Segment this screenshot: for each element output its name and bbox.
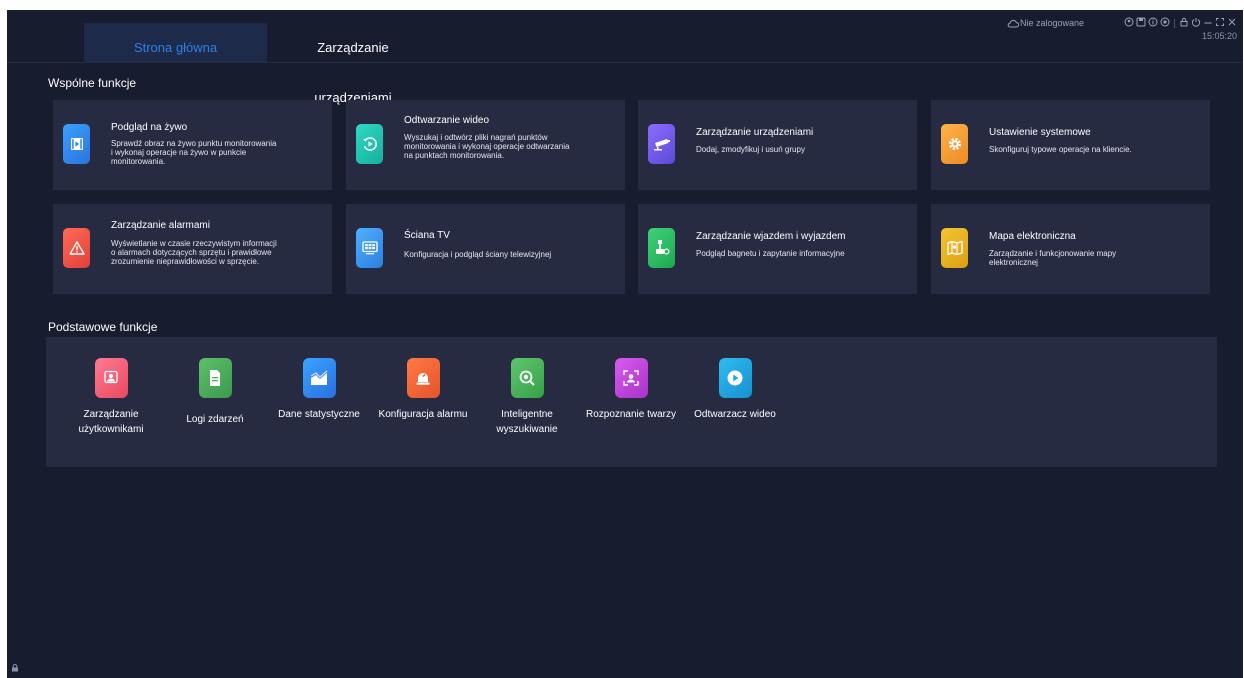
- system-icons: [1124, 17, 1237, 29]
- card-system-settings[interactable]: Ustawienie systemowe Skonfiguruj typowe …: [931, 100, 1210, 190]
- map-icon: [941, 228, 968, 268]
- tile-statistics[interactable]: Dane statystyczne: [269, 358, 369, 422]
- cloud-icon: [1007, 19, 1020, 28]
- basic-functions-panel: Zarządzanie użytkownikami Logi zdarzeń D…: [46, 337, 1217, 467]
- top-bar: Strona główna Zarządzanie urządzeniami N…: [7, 10, 1243, 105]
- card-title: Zarządzanie wjazdem i wyjazdem: [696, 231, 846, 242]
- alarm-icon: [63, 228, 90, 268]
- card-live-view[interactable]: Podgląd na żywo Sprawdź obraz na żywo pu…: [53, 100, 332, 190]
- smart-search-icon: [510, 358, 544, 398]
- user-icon[interactable]: [1124, 17, 1134, 29]
- tile-label: Zarządzanie użytkownikami: [78, 409, 144, 435]
- tile-smart-search[interactable]: Inteligentne wyszukiwanie: [477, 358, 577, 437]
- tile-label: Logi zdarzeń: [186, 414, 244, 425]
- card-title: Ściana TV: [404, 230, 450, 241]
- playback-icon: [356, 124, 383, 164]
- tab-home[interactable]: Strona główna: [84, 23, 267, 62]
- card-entry-exit-management[interactable]: Zarządzanie wjazdem i wyjazdem Podgląd b…: [638, 204, 917, 294]
- users-icon: [94, 358, 128, 398]
- camera-icon: [648, 124, 675, 164]
- minimize-icon[interactable]: [1203, 17, 1213, 29]
- card-alarm-management[interactable]: Zarządzanie alarmami Wyświetlanie w czas…: [53, 204, 332, 294]
- card-electronic-map[interactable]: Mapa elektroniczna Zarządzanie i funkcjo…: [931, 204, 1210, 294]
- card-tv-wall[interactable]: Ściana TV Konfiguracja i podgląd ściany …: [346, 204, 625, 294]
- card-description: Wyszukaj i odtwórz pliki nagrań punktów …: [404, 133, 570, 160]
- status-area: Nie zalogowane 15:05:20: [1007, 16, 1237, 46]
- divider: [1174, 18, 1175, 28]
- tile-label: Inteligentne wyszukiwanie: [496, 409, 558, 435]
- login-status-text: Nie zalogowane: [1020, 18, 1085, 28]
- section-title-common: Wspólne funkcje: [48, 76, 137, 90]
- lock-icon[interactable]: [1179, 17, 1189, 29]
- tile-label: Konfiguracja alarmu: [378, 409, 468, 420]
- tile-event-logs[interactable]: Logi zdarzeń: [165, 358, 265, 427]
- fullscreen-icon[interactable]: [1215, 17, 1225, 29]
- gear-icon: [941, 124, 968, 164]
- video-player-icon: [718, 358, 752, 398]
- statistics-icon: [302, 358, 336, 398]
- card-description: Wyświetlanie w czasie rzeczywistym infor…: [111, 239, 277, 266]
- app-window: Strona główna Zarządzanie urządzeniami N…: [7, 10, 1243, 678]
- barrier-icon: [648, 228, 675, 268]
- login-status[interactable]: Nie zalogowane: [1007, 18, 1084, 28]
- save-icon[interactable]: [1136, 17, 1146, 29]
- card-description: Konfiguracja i podgląd ściany telewizyjn…: [404, 250, 552, 259]
- card-title: Zarządzanie alarmami: [111, 220, 210, 231]
- card-description: Podgląd bagnetu i zapytanie informacyjne: [696, 249, 845, 258]
- tile-label: Rozpoznanie twarzy: [585, 409, 677, 420]
- tab-device-management[interactable]: Zarządzanie urządzeniami: [278, 23, 428, 105]
- card-device-management[interactable]: Zarządzanie urządzeniami Dodaj, zmodyfik…: [638, 100, 917, 190]
- card-title: Zarządzanie urządzeniami: [696, 127, 814, 138]
- alarm-config-icon: [406, 358, 440, 398]
- tile-face-recognition[interactable]: Rozpoznanie twarzy: [581, 358, 681, 422]
- tile-alarm-configuration[interactable]: Konfiguracja alarmu: [373, 358, 473, 422]
- card-title: Mapa elektroniczna: [989, 231, 1076, 242]
- tile-label: Dane statystyczne: [278, 409, 360, 420]
- card-video-playback[interactable]: Odtwarzanie wideo Wyszukaj i odtwórz pli…: [346, 100, 625, 190]
- close-icon[interactable]: [1227, 17, 1237, 29]
- tile-video-player[interactable]: Odtwarzacz wideo: [685, 358, 785, 422]
- tile-label: Odtwarzacz wideo: [694, 409, 776, 420]
- card-title: Odtwarzanie wideo: [404, 115, 490, 126]
- power-icon[interactable]: [1191, 17, 1201, 29]
- card-title: Podgląd na żywo: [111, 122, 188, 133]
- card-description: Sprawdź obraz na żywo punktu monitorowan…: [111, 139, 277, 166]
- section-title-basic: Podstawowe funkcje: [48, 320, 158, 334]
- info-icon[interactable]: [1148, 17, 1158, 29]
- log-icon: [198, 358, 232, 398]
- card-title: Ustawienie systemowe: [989, 127, 1091, 138]
- live-view-icon: [63, 124, 90, 164]
- tile-user-management[interactable]: Zarządzanie użytkownikami: [61, 358, 161, 437]
- clock: 15:05:20: [1201, 31, 1237, 41]
- card-description: Skonfiguruj typowe operacje na kliencie.: [989, 145, 1132, 154]
- settings-icon[interactable]: [1160, 17, 1170, 29]
- card-description: Dodaj, zmodyfikuj i usuń grupy: [696, 145, 805, 154]
- face-recognition-icon: [614, 358, 648, 398]
- card-description: Zarządzanie i funkcjonowanie mapy elektr…: [989, 249, 1117, 267]
- tv-wall-icon: [356, 228, 383, 268]
- lock-icon[interactable]: [11, 664, 19, 672]
